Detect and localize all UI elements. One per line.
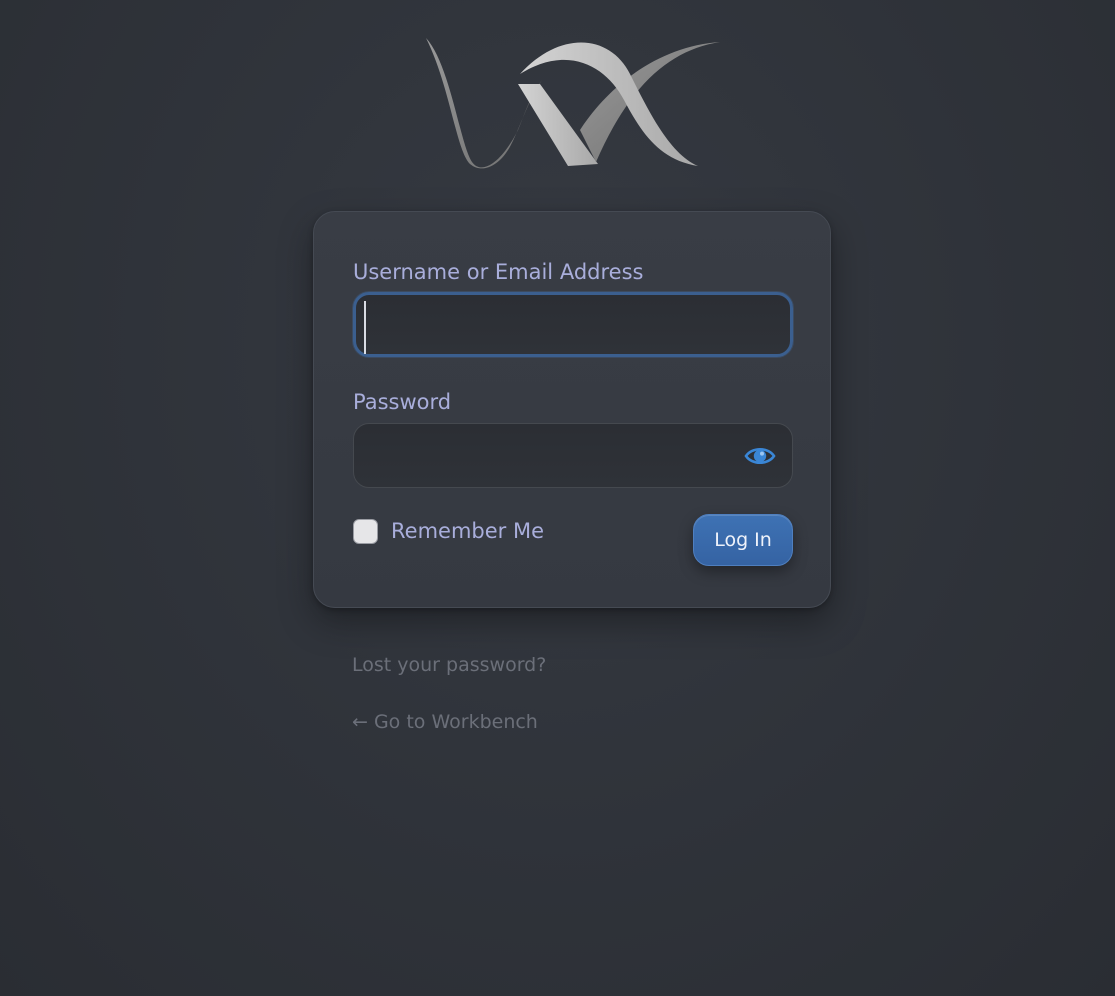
eye-icon[interactable] xyxy=(744,444,776,468)
username-label: Username or Email Address xyxy=(353,260,644,284)
password-label: Password xyxy=(353,390,452,414)
password-input[interactable] xyxy=(354,424,792,487)
text-caret xyxy=(364,301,366,354)
back-to-site-link[interactable]: ← Go to Workbench xyxy=(352,713,538,732)
password-field-wrapper[interactable] xyxy=(353,423,793,488)
remember-checkbox[interactable] xyxy=(353,519,378,544)
username-input[interactable] xyxy=(356,295,790,354)
lost-password-link[interactable]: Lost your password? xyxy=(352,656,546,675)
login-card: Username or Email Address Password Remem… xyxy=(313,211,831,608)
username-field-wrapper[interactable] xyxy=(353,292,793,357)
login-button[interactable]: Log In xyxy=(693,514,793,566)
vx-logo xyxy=(426,38,720,169)
remember-label[interactable]: Remember Me xyxy=(391,521,544,542)
